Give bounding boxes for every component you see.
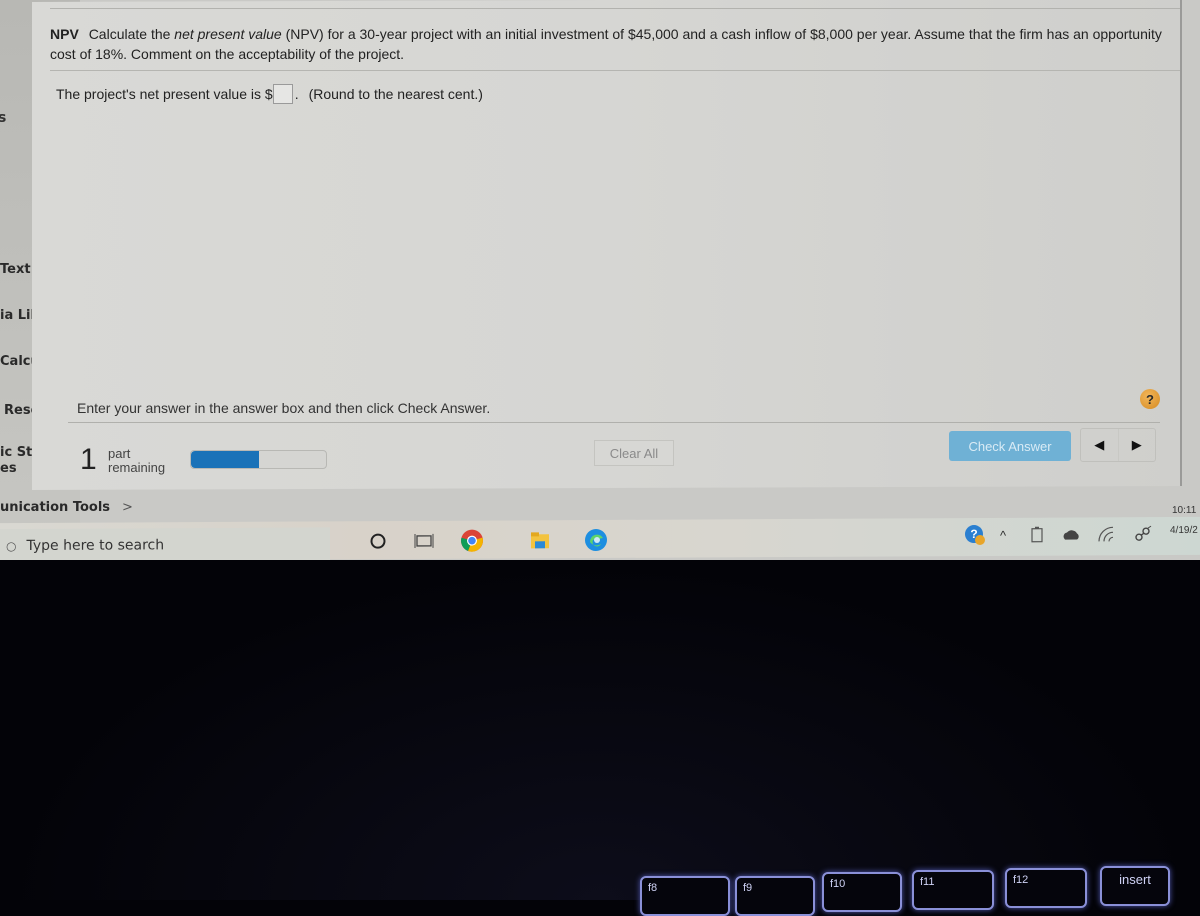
question-text: NPV Calculate the net present value (NPV… — [50, 24, 1190, 64]
key-f8: f8 — [640, 876, 730, 916]
question-text-part: Calculate the — [88, 26, 175, 42]
answer-suffix: . — [294, 86, 299, 102]
chevron-up-icon[interactable]: ^ — [992, 524, 1014, 546]
instructions-text: Enter your answer in the answer box and … — [77, 400, 491, 416]
next-question-button[interactable]: ▶ — [1117, 429, 1156, 461]
parts-label-line1: part — [108, 446, 131, 461]
clear-all-button[interactable]: Clear All — [594, 440, 674, 466]
parts-label-line2: remaining — [108, 460, 166, 475]
chevron-right-icon: > — [122, 500, 133, 515]
taskbar: ○ Type here to search ? ^ 10:11 4/19/2 — [0, 505, 1200, 564]
parts-remaining-count: 1 — [80, 443, 97, 476]
communication-tools-link[interactable]: unication Tools > — [0, 500, 133, 515]
divider — [50, 8, 1180, 9]
previous-question-button[interactable]: ◀ — [1081, 429, 1118, 461]
divider — [68, 422, 1160, 423]
triangle-right-icon: ▶ — [1131, 437, 1142, 452]
progress-bar — [190, 450, 327, 469]
npv-answer-input[interactable] — [272, 84, 293, 104]
help-icon[interactable]: ? — [1140, 389, 1160, 409]
help-badge-icon[interactable]: ? — [964, 524, 986, 546]
task-view-icon[interactable] — [410, 527, 438, 555]
communication-tools-label: unication Tools — [0, 500, 111, 515]
laptop-keyboard: f8 f9 f10 f11 f12 insert — [0, 560, 1200, 916]
search-placeholder: Type here to search — [26, 537, 165, 555]
file-explorer-icon[interactable] — [526, 526, 554, 554]
wifi-icon[interactable] — [1096, 523, 1118, 545]
question-text-italic: net present value — [174, 26, 282, 42]
battery-icon[interactable] — [1026, 524, 1048, 546]
onedrive-icon[interactable] — [1060, 523, 1082, 545]
network-icon[interactable] — [1132, 523, 1154, 545]
question-panel — [32, 0, 1182, 491]
chrome-icon[interactable] — [458, 527, 486, 555]
key-insert: insert — [1100, 866, 1170, 906]
screen: s Text ia Library Calculator Resource ic… — [0, 0, 1200, 564]
key-f10: f10 — [822, 872, 902, 912]
edge-icon[interactable] — [582, 526, 610, 554]
key-f9: f9 — [735, 876, 815, 916]
clock-date[interactable]: 4/19/2 — [1170, 525, 1198, 536]
sidebar-item-etext[interactable]: Text — [0, 262, 31, 277]
cortana-icon[interactable] — [364, 527, 392, 555]
check-answer-button[interactable]: Check Answer — [949, 431, 1071, 461]
search-icon: ○ — [6, 539, 17, 554]
parts-remaining-label: part remaining — [108, 447, 165, 475]
taskbar-search[interactable]: ○ Type here to search — [0, 527, 330, 564]
key-f12: f12 — [1005, 868, 1087, 908]
key-f11: f11 — [912, 870, 994, 910]
sidebar-item-study-plan-line2[interactable]: es — [0, 461, 17, 476]
clock-time[interactable]: 10:11 — [1172, 505, 1196, 516]
rounding-note: (Round to the nearest cent.) — [308, 86, 483, 102]
progress-fill — [191, 451, 259, 468]
triangle-left-icon: ◀ — [1094, 437, 1105, 452]
question-nav: ◀ ▶ — [1080, 428, 1156, 462]
question-tag: NPV — [50, 26, 79, 42]
answer-line: The project's net present value is $ . (… — [56, 84, 483, 104]
answer-prefix: The project's net present value is $ — [56, 86, 273, 102]
sidebar-partial-text: s — [0, 110, 7, 126]
divider — [50, 70, 1180, 71]
